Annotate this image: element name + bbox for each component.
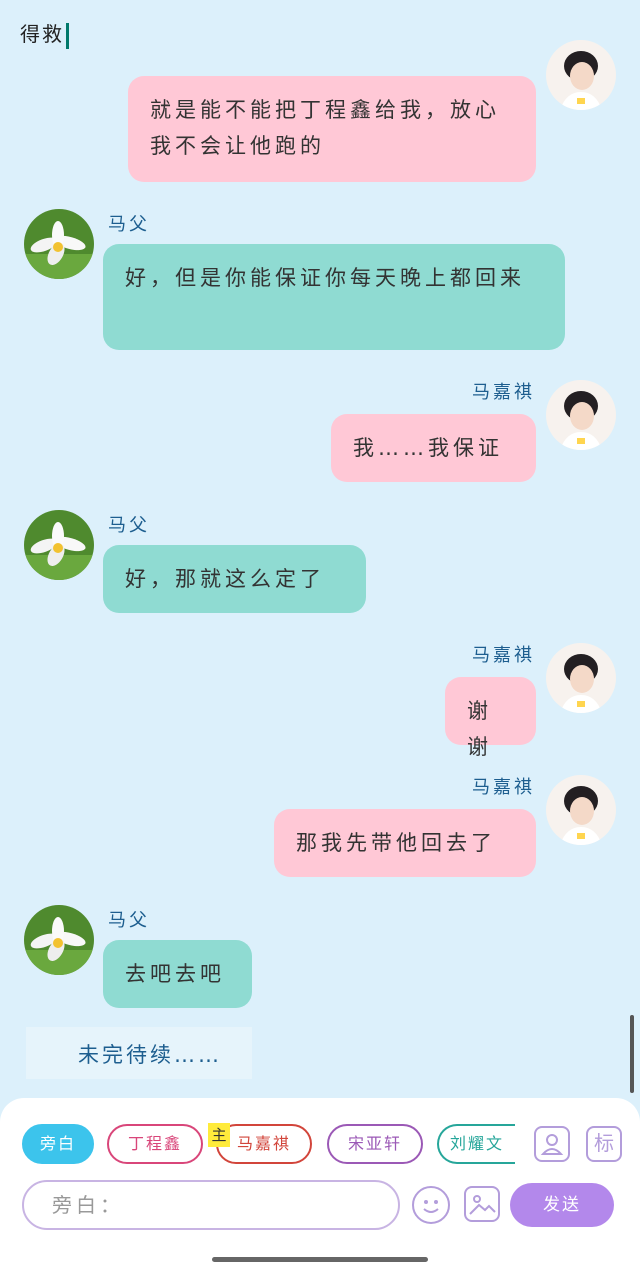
sender-name: 马嘉祺 (472, 777, 535, 798)
sender-name: 马嘉祺 (472, 382, 535, 403)
message-bubble[interactable]: 谢谢 (445, 677, 536, 759)
avatar[interactable] (546, 643, 616, 713)
character-chip-liu-yaowen[interactable]: 刘耀文 (437, 1124, 515, 1164)
message-text: 就是能不能把丁程鑫给我，放心我不会让他跑的 (150, 98, 500, 158)
avatar[interactable] (546, 380, 616, 450)
sender-name: 马嘉祺 (472, 645, 535, 666)
chat-title: 得救 (20, 18, 69, 49)
sender-name: 马父 (108, 910, 150, 931)
image-icon[interactable] (464, 1186, 500, 1222)
scrollbar[interactable] (630, 1015, 634, 1093)
character-chip-narrator[interactable]: 旁白 (22, 1124, 94, 1164)
message-bubble[interactable]: 那我先带他回去了 (274, 809, 536, 877)
message-text: 那我先带他回去了 (296, 831, 496, 855)
input-placeholder: 旁白： (52, 1193, 124, 1217)
sender-name: 马父 (108, 214, 150, 235)
message-bubble[interactable]: 好，那就这么定了 (103, 545, 366, 613)
main-character-tag: 主 (208, 1123, 230, 1147)
message-bubble[interactable]: 好，但是你能保证你每天晚上都回来 (103, 244, 565, 350)
message-text: 我……我保证 (353, 436, 503, 460)
character-chip-song-yaxuan[interactable]: 宋亚轩 (327, 1124, 423, 1164)
message-bubble[interactable]: 我……我保证 (331, 414, 536, 482)
message-bubble[interactable]: 就是能不能把丁程鑫给我，放心我不会让他跑的 (128, 76, 536, 182)
message-text: 好，那就这么定了 (125, 567, 325, 591)
avatar[interactable] (546, 40, 616, 110)
character-manage-icon[interactable] (534, 1126, 570, 1162)
character-chip-ding-chengxin[interactable]: 丁程鑫 (107, 1124, 203, 1164)
avatar[interactable] (546, 775, 616, 845)
character-chip-ma-jiaqi[interactable]: 马嘉祺 (216, 1124, 312, 1164)
message-bubble[interactable]: 去吧去吧 (103, 940, 252, 1008)
message-text: 去吧去吧 (125, 962, 225, 986)
avatar[interactable] (24, 510, 94, 580)
message-input[interactable]: 旁白： (22, 1180, 400, 1230)
tag-button[interactable]: 标 (586, 1126, 622, 1162)
narration-text: 未完待续…… (78, 1043, 222, 1067)
avatar[interactable] (24, 905, 94, 975)
text-cursor (66, 22, 69, 49)
send-button[interactable]: 发送 (510, 1183, 614, 1227)
sender-name: 马父 (108, 515, 150, 536)
emoji-icon[interactable] (412, 1186, 450, 1224)
message-text: 好，但是你能保证你每天晚上都回来 (125, 266, 525, 290)
message-text: 谢谢 (467, 699, 492, 759)
narration-block[interactable]: 未完待续…… (26, 1027, 252, 1079)
avatar[interactable] (24, 209, 94, 279)
home-indicator[interactable] (212, 1257, 428, 1262)
